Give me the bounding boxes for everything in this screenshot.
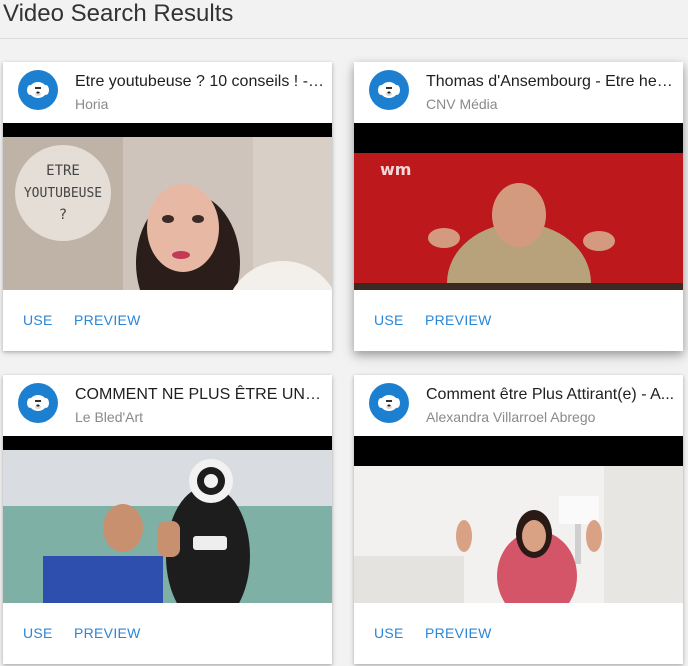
thumbnail-overlay-line: YOUTUBEUSE [24, 186, 102, 201]
sheep-dog-icon [369, 70, 409, 110]
video-thumbnail[interactable]: wm [354, 123, 683, 290]
sheep-dog-icon [18, 70, 58, 110]
page-title: Video Search Results [3, 0, 234, 27]
thumbnail-overlay-line: wm [380, 160, 411, 179]
channel-name: Horia [75, 96, 109, 112]
use-button[interactable]: USE [23, 311, 53, 329]
channel-name: Alexandra Villarroel Abrego [426, 409, 596, 425]
use-button[interactable]: USE [23, 624, 53, 642]
video-title: Comment être Plus Attirant(e) - A... [426, 386, 675, 403]
video-title: Thomas d'Ansembourg - Etre heu... [426, 73, 676, 90]
video-title: Etre youtubeuse ? 10 conseils ! - ... [75, 73, 325, 90]
video-thumbnail[interactable] [3, 436, 332, 603]
card-actions: USE PREVIEW [354, 603, 683, 664]
channel-name: CNV Média [426, 96, 498, 112]
card-actions: USE PREVIEW [3, 290, 332, 351]
video-result-card: Comment être Plus Attirant(e) - A... Ale… [354, 375, 683, 664]
video-title: COMMENT NE PLUS ÊTRE UNE V... [75, 386, 325, 403]
video-result-card: Etre youtubeuse ? 10 conseils ! - ... Ho… [3, 62, 332, 351]
video-thumbnail[interactable] [354, 436, 683, 603]
thumbnail-overlay-line: ETRE [46, 163, 80, 179]
header: Video Search Results [0, 0, 688, 39]
channel-name: Le Bled'Art [75, 409, 144, 425]
preview-button[interactable]: PREVIEW [74, 624, 141, 642]
video-result-card: COMMENT NE PLUS ÊTRE UNE V... Le Bled'Ar… [3, 375, 332, 664]
thumbnail-overlay-line: ? [59, 207, 67, 223]
preview-button[interactable]: PREVIEW [425, 311, 492, 329]
sheep-dog-icon [369, 383, 409, 423]
sheep-dog-icon [18, 383, 58, 423]
video-result-card: Thomas d'Ansembourg - Etre heu... CNV Mé… [354, 62, 683, 351]
preview-button[interactable]: PREVIEW [425, 624, 492, 642]
card-actions: USE PREVIEW [354, 290, 683, 351]
card-actions: USE PREVIEW [3, 603, 332, 664]
video-thumbnail[interactable]: ETRE YOUTUBEUSE ? [3, 123, 332, 290]
preview-button[interactable]: PREVIEW [74, 311, 141, 329]
use-button[interactable]: USE [374, 311, 404, 329]
use-button[interactable]: USE [374, 624, 404, 642]
